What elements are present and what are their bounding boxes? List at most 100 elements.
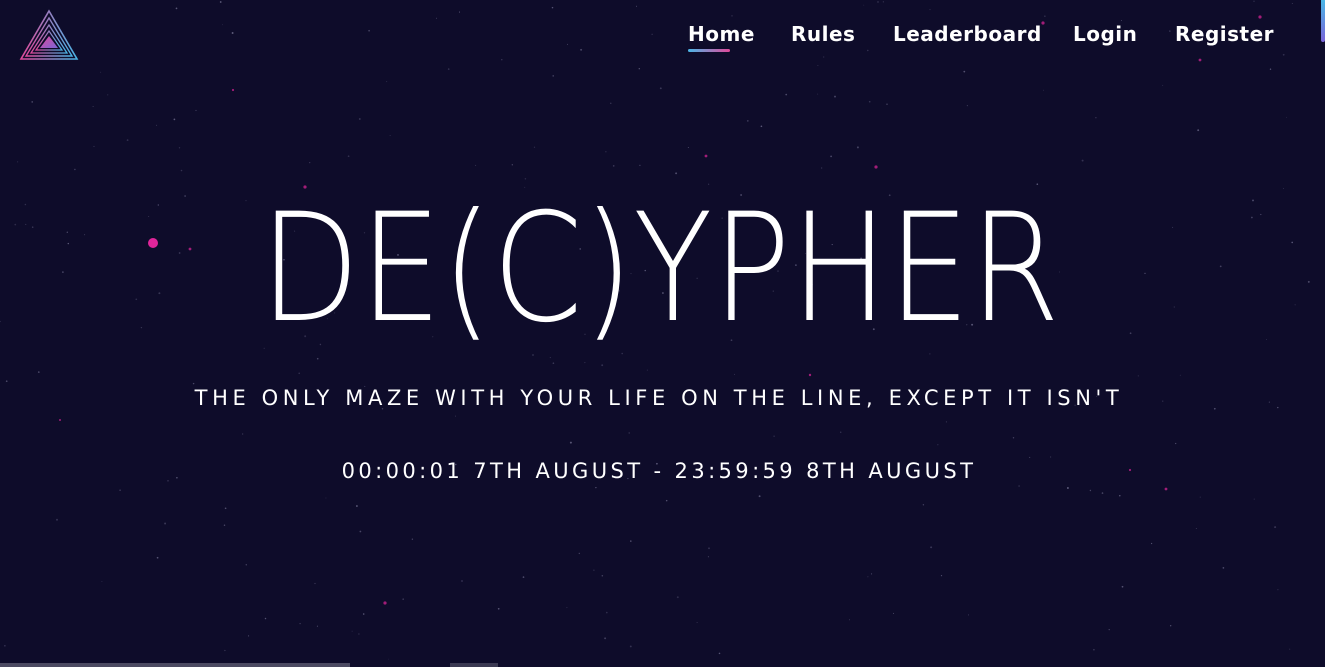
scrollbar-thumb[interactable] [1321, 0, 1325, 42]
star-dot [1043, 89, 1044, 91]
star-dot [940, 574, 943, 577]
star-dot [1018, 485, 1020, 487]
star-dot [785, 93, 788, 96]
star-dot [1029, 456, 1031, 458]
star-dot [447, 68, 450, 70]
star-dot [497, 607, 500, 610]
star-dot [388, 658, 390, 660]
star-dot [863, 4, 865, 6]
star-dot [74, 168, 76, 171]
star-dot [707, 556, 709, 558]
hero-tagline: THE ONLY MAZE WITH YOUR LIFE ON THE LINE… [194, 386, 1124, 410]
star-dot [1251, 216, 1253, 219]
star-dot [580, 48, 583, 51]
star-dot [638, 68, 640, 70]
star-dot [1012, 437, 1015, 439]
active-nav-underline [688, 49, 730, 52]
star-dot [1291, 241, 1294, 244]
star-dot [930, 546, 933, 549]
star-dot [1283, 188, 1284, 189]
star-dot [368, 29, 370, 32]
star-dot [630, 540, 632, 542]
star-dot [411, 538, 414, 540]
star-dot [848, 619, 850, 621]
nav-rules[interactable]: Rules [791, 20, 855, 48]
star-dot [135, 298, 138, 301]
star-dot [1050, 456, 1052, 458]
triangle-logo-icon[interactable] [19, 9, 79, 61]
star-dot [1101, 492, 1104, 494]
star-dot [584, 362, 586, 364]
star-dot [1121, 585, 1124, 588]
star-dot [820, 167, 823, 169]
star-dot [659, 87, 662, 90]
star-dot [708, 547, 710, 550]
star-dot [1150, 542, 1153, 545]
star-dot [245, 200, 247, 202]
star-dot [1119, 494, 1121, 497]
pink-particle [1258, 15, 1262, 19]
star-dot [604, 637, 607, 640]
nav-home[interactable]: Home [688, 20, 755, 52]
nav-rules-label: Rules [791, 22, 856, 46]
pink-particle [1164, 487, 1168, 491]
star-dot [14, 223, 17, 226]
star-dot [37, 371, 40, 373]
star-dot [593, 569, 595, 571]
star-dot [358, 118, 361, 120]
star-dot [219, 1, 222, 3]
star-dot [458, 11, 461, 13]
star-dot [140, 326, 143, 329]
horizontal-scrollbar[interactable] [0, 663, 350, 667]
star-dot [180, 169, 183, 172]
star-dot [882, 1, 884, 3]
star-dot [675, 172, 678, 175]
event-dates: 00:00:01 7TH AUGUST - 23:59:59 8TH AUGUS… [341, 459, 977, 483]
star-dot [347, 155, 350, 158]
star-dot [606, 611, 608, 614]
star-dot [192, 382, 195, 385]
nav-login[interactable]: Login [1073, 20, 1137, 48]
star-dot [966, 105, 968, 107]
star-dot [1137, 375, 1139, 377]
star-dot [892, 612, 895, 614]
pink-particle [704, 154, 708, 158]
star-dot [731, 15, 733, 17]
nav-register[interactable]: Register [1175, 20, 1274, 48]
horizontal-scrollbar-segment [450, 663, 498, 667]
star-dot [817, 65, 819, 67]
star-dot [610, 102, 612, 104]
star-dot [871, 573, 873, 575]
star-dot [248, 635, 250, 637]
star-dot [567, 43, 568, 45]
nav-leaderboard[interactable]: Leaderboard [893, 20, 1042, 48]
star-dot [148, 216, 150, 218]
star-dot [231, 32, 234, 34]
star-dot [245, 564, 248, 566]
star-dot [1253, 498, 1255, 500]
star-dot [309, 161, 311, 164]
star-dot [1289, 648, 1291, 650]
star-dot [84, 234, 86, 236]
star-dot [758, 495, 761, 498]
pink-particle [383, 601, 387, 605]
star-dot [5, 380, 8, 383]
star-dot [867, 49, 869, 52]
star-dot [687, 147, 689, 148]
star-dot [1219, 265, 1222, 268]
star-dot [945, 421, 947, 423]
star-dot [126, 139, 129, 141]
star-dot [1144, 272, 1146, 275]
star-dot [173, 118, 176, 121]
star-dot [164, 522, 167, 525]
star-dot [389, 135, 391, 137]
star-dot [830, 155, 832, 158]
star-dot [1162, 84, 1164, 86]
star-dot [929, 9, 931, 11]
star-dot [868, 100, 871, 103]
star-dot [629, 645, 632, 648]
star-dot [551, 6, 554, 9]
star-dot [601, 574, 604, 577]
star-dot [1294, 304, 1296, 306]
star-dot [922, 504, 925, 506]
